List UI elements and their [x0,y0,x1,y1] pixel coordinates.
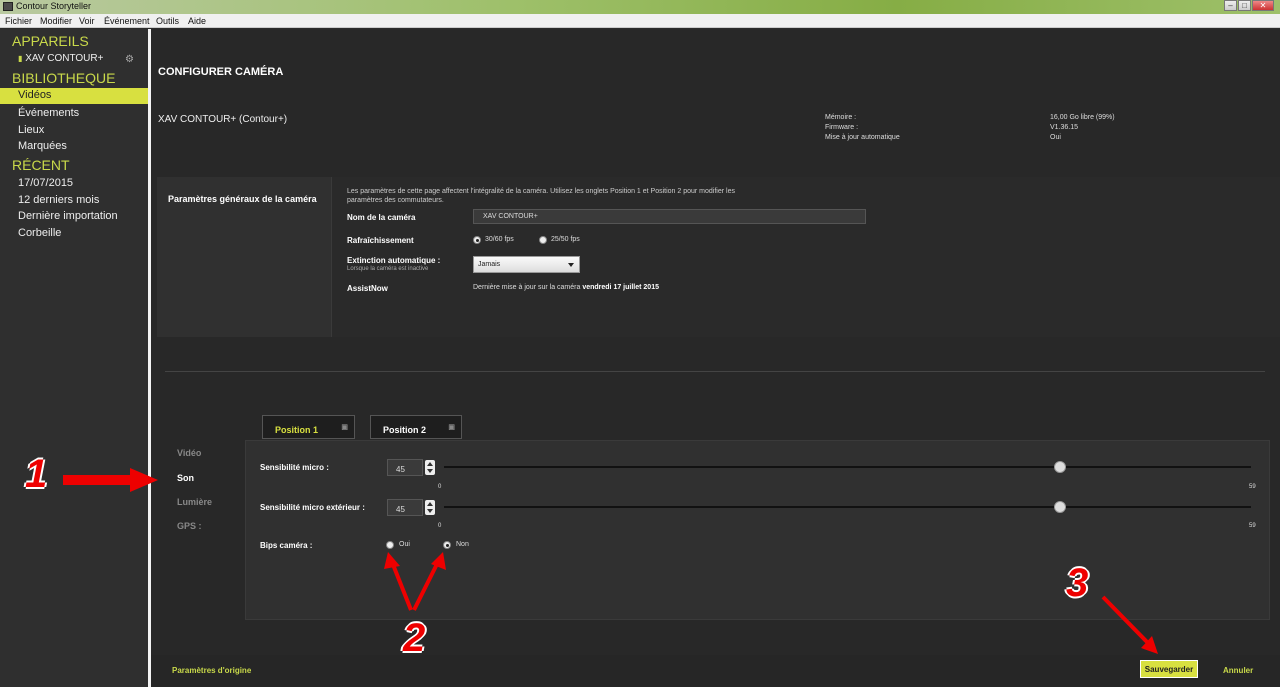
sidebar-header-recent: RÉCENT [12,157,70,173]
general-settings-description: Les paramètres de cette page affectent l… [347,188,735,204]
beeps-yes-label: Oui [399,541,410,548]
refresh-25-50-radio[interactable] [539,236,547,244]
section-tab-lumiere[interactable]: Lumière [177,497,212,507]
memory-label: Mémoire : [825,114,857,121]
device-name: XAV CONTOUR+ [25,53,104,64]
ext-mic-sensitivity-input[interactable]: 45 [387,499,423,516]
gear-icon[interactable]: ⚙ [125,54,134,65]
auto-off-sublabel: Lorsque la caméra est inactive [347,266,429,272]
sidebar: APPAREILS ▮ XAV CONTOUR+ ⚙ BIBLIOTHEQUE … [0,29,148,687]
app-icon [3,2,13,11]
page-title: CONFIGURER CAMÉRA [158,66,284,78]
menu-modifier[interactable]: Modifier [40,16,72,26]
sidebar-item-marquees[interactable]: Marquées [18,140,67,152]
beeps-no-radio[interactable] [443,541,451,549]
maximize-button[interactable]: □ [1238,0,1251,11]
ext-slider-max: 59 [1249,523,1256,529]
save-button[interactable]: Sauvegarder [1140,660,1198,678]
menu-outils[interactable]: Outils [156,16,179,26]
ext-mic-slider-track[interactable] [444,506,1251,508]
assistnow-date: vendredi 17 juillet 2015 [582,284,659,291]
refresh-30-60-radio[interactable] [473,236,481,244]
annotation-3: 3 [1066,561,1089,605]
sidebar-item-videos[interactable]: Vidéos [0,88,148,104]
section-tab-son[interactable]: Son [177,473,194,483]
ext-mic-sensitivity-stepper[interactable] [425,500,435,515]
title-bar: Contour Storyteller – □ ✕ [0,0,1280,14]
general-settings-panel: Paramètres généraux de la caméra Les par… [157,177,1280,337]
mic-sensitivity-input[interactable]: 45 [387,459,423,476]
auto-off-label: Extinction automatique : [347,256,441,265]
beeps-yes-radio[interactable] [386,541,394,549]
tab-position-2[interactable]: Position 2 ▣ [370,415,462,439]
refresh-30-60-label: 30/60 fps [485,236,514,243]
section-tab-video[interactable]: Vidéo [177,448,201,458]
footer-bar: Paramètres d'origine Sauvegarder Annuler [151,655,1280,687]
reset-defaults-link[interactable]: Paramètres d'origine [172,666,251,675]
sidebar-header-devices: APPAREILS [12,33,89,49]
section-tab-gps[interactable]: GPS : [177,521,202,531]
window-title: Contour Storyteller [16,1,92,11]
switch-position-2-icon: ▣ [448,424,455,431]
firmware-label: Firmware : [825,124,859,131]
beeps-no-label: Non [456,541,469,548]
chevron-down-icon [568,263,574,267]
sidebar-item-device[interactable]: ▮ XAV CONTOUR+ [18,53,103,64]
menu-aide[interactable]: Aide [188,16,206,26]
auto-update-value: Oui [1050,134,1061,141]
close-button[interactable]: ✕ [1252,0,1274,11]
ext-slider-min: 0 [438,523,442,529]
mic-sensitivity-slider-track[interactable] [444,466,1251,468]
mic-sensitivity-label: Sensibilité micro : [260,463,329,472]
camera-name-heading: XAV CONTOUR+ (Contour+) [158,114,288,125]
tab-position-1-label: Position 1 [275,425,319,435]
assistnow-text: Dernière mise à jour sur la caméra [473,284,581,291]
section-divider [165,371,1265,372]
menu-voir[interactable]: Voir [79,16,95,26]
sidebar-header-library: BIBLIOTHEQUE [12,70,116,86]
sidebar-item-date[interactable]: 17/07/2015 [18,177,73,189]
annotation-1: 1 [25,452,48,496]
menu-evenement[interactable]: Événement [104,16,150,26]
mic-sensitivity-stepper[interactable] [425,460,435,475]
annotation-2: 2 [403,616,426,660]
mic-slider-max: 59 [1249,484,1256,490]
sidebar-item-trash[interactable]: Corbeille [18,227,61,239]
camera-beeps-label: Bips caméra : [260,541,313,550]
sound-settings-panel: Sensibilité micro : 45 0 59 Sensibilité … [245,440,1270,620]
firmware-value: V1.36.15 [1050,124,1079,131]
camera-name-label: Nom de la caméra [347,213,416,222]
assistnow-label: AssistNow [347,284,388,293]
menu-fichier[interactable]: Fichier [5,16,32,26]
mic-slider-min: 0 [438,484,442,490]
sidebar-item-evenements[interactable]: Événements [18,107,79,119]
memory-value: 16,00 Go libre (99%) [1050,114,1115,121]
switch-position-1-icon: ▣ [341,424,348,431]
auto-off-select[interactable]: Jamais [473,256,580,273]
minimize-button[interactable]: – [1224,0,1237,11]
mic-sensitivity-slider-thumb[interactable] [1053,461,1066,473]
menu-bar: Fichier Modifier Voir Événement Outils A… [0,14,1280,28]
general-settings-body: Les paramètres de cette page affectent l… [331,177,1280,337]
assistnow-status: Dernière mise à jour sur la caméra vendr… [473,284,659,291]
general-settings-label: Paramètres généraux de la caméra [168,194,317,204]
camera-icon: ▮ [18,54,23,63]
refresh-label: Rafraîchissement [347,236,414,245]
tab-position-1[interactable]: Position 1 ▣ [262,415,355,439]
sidebar-item-12-months[interactable]: 12 derniers mois [18,194,99,206]
tab-position-2-label: Position 2 [383,425,427,435]
auto-update-label: Mise à jour automatique [825,134,900,141]
cancel-button[interactable]: Annuler [1223,666,1253,675]
camera-name-input[interactable]: XAV CONTOUR+ [473,209,866,224]
sidebar-item-lieux[interactable]: Lieux [18,124,44,136]
sidebar-item-label: Vidéos [18,89,52,101]
ext-mic-slider-thumb[interactable] [1053,501,1066,513]
ext-mic-sensitivity-label: Sensibilité micro extérieur : [260,503,365,512]
sidebar-item-last-import[interactable]: Dernière importation [18,210,118,222]
refresh-25-50-label: 25/50 fps [551,236,580,243]
auto-off-value: Jamais [478,261,501,268]
